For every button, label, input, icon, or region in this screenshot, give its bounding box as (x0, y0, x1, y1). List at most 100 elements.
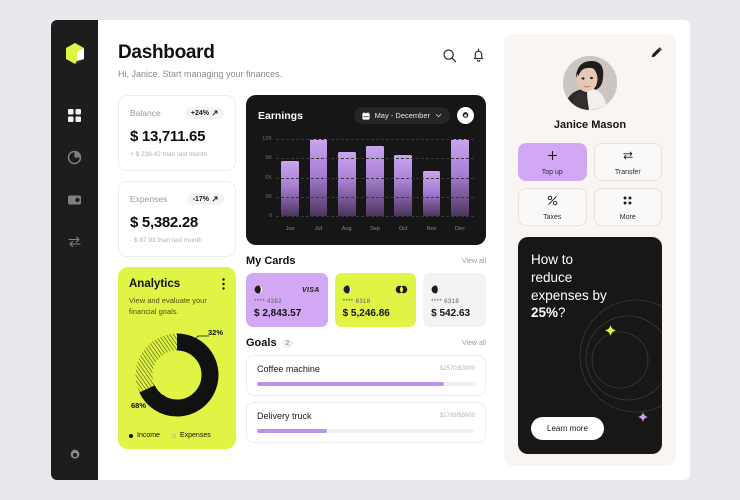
diamond-yellow-icon (605, 325, 616, 336)
chart-bar-column[interactable] (366, 134, 384, 216)
date-range-selector[interactable]: May - December (353, 107, 450, 124)
legend-label-expenses: Expenses (179, 432, 211, 439)
goals-header: Goals 2 View all (246, 337, 486, 349)
card-amount: $ 2,843.57 (254, 308, 302, 319)
balance-label: Balance (130, 108, 161, 118)
quick-action-label: More (619, 214, 636, 221)
chart-x-axis: Jun Jul Aug Sep Oct Nov Dec (276, 226, 474, 232)
chart-bar-column[interactable] (450, 134, 469, 216)
visa-logo: VISA (302, 286, 320, 294)
chart-gridline (276, 196, 474, 198)
goal-item[interactable]: Delivery truck $1789/$5600 (246, 402, 486, 443)
promo-line-1: How to (531, 252, 574, 267)
card-bottom-row: **** 4382 $ 2,843.57 (254, 299, 320, 319)
chart-bar[interactable] (394, 154, 413, 216)
percent-icon (547, 193, 558, 211)
header-actions (442, 42, 486, 63)
card-number: **** 6318 (342, 299, 371, 305)
user-avatar (563, 56, 617, 110)
learn-more-button[interactable]: Learn more (531, 417, 604, 440)
card-chip-icon (254, 281, 263, 299)
chart-x-tick: Sep (370, 226, 380, 232)
goal-progress-fill (257, 429, 327, 433)
gear-icon[interactable] (66, 446, 84, 464)
goals-section: Goals 2 View all Coffee machine $2570/$3… (246, 337, 486, 449)
analytics-title: Analytics (129, 278, 181, 290)
card-number: **** 6318 (431, 299, 460, 305)
goals-view-all[interactable]: View all (462, 340, 486, 347)
sidebar-item-dashboard[interactable] (66, 106, 84, 124)
expenses-header: Expenses -17% (130, 193, 224, 205)
page-heading-block: Dashboard Hi, Janice. Start managing you… (118, 42, 282, 79)
chart-bar-column[interactable] (394, 134, 413, 216)
card-bottom-row: **** 6318 $ 542.63 (431, 299, 478, 319)
card-top-row: VISA (254, 281, 320, 299)
profile-panel: Janice Mason Top up Transfer Taxes More … (504, 34, 676, 466)
promo-line-3: expenses by (531, 287, 607, 303)
chart-settings-button[interactable] (457, 107, 474, 124)
left-column: Balance +24% $ 13,711.65 + $ 238.42 than… (118, 95, 236, 449)
chart-y-tick: 3K (265, 193, 272, 200)
diamond-purple-icon (638, 412, 648, 422)
chart-bar-column[interactable] (281, 134, 300, 216)
analytics-header: Analytics (129, 278, 225, 291)
profile-name: Janice Mason (553, 119, 627, 131)
more-vertical-icon[interactable] (222, 278, 225, 291)
trend-up-icon (212, 110, 218, 116)
chart-y-tick: 6K (265, 174, 272, 181)
chart-bar-column[interactable] (309, 134, 328, 216)
goal-item[interactable]: Coffee machine $2570/$3000 (246, 355, 486, 396)
mastercard-icon (395, 281, 408, 299)
donut-leader-line-32 (191, 335, 209, 344)
analytics-donut-chart: 32% 68% (129, 320, 225, 430)
promo-card: How to reduce expenses by 25%? Learn mor… (518, 237, 662, 454)
app-window: Dashboard Hi, Janice. Start managing you… (51, 20, 690, 480)
payment-card[interactable]: VISA **** 4382 $ 2,843.57 (246, 273, 328, 327)
page-title: Dashboard (118, 42, 215, 63)
card-number: **** 4382 (254, 299, 282, 305)
my-cards-view-all[interactable]: View all (462, 258, 486, 265)
card-amount: $ 542.63 (431, 308, 471, 319)
search-icon[interactable] (442, 48, 457, 63)
expenses-badge-text: -17% (192, 195, 209, 203)
sidebar-item-wallet[interactable] (66, 190, 84, 208)
chart-bar[interactable] (366, 146, 384, 216)
chart-bar[interactable] (337, 151, 356, 216)
goals-count: 2 (281, 338, 294, 348)
payment-card[interactable]: **** 6318 $ 5,246.86 (334, 273, 417, 327)
sidebar-item-analytics[interactable] (66, 148, 84, 166)
bell-icon[interactable] (471, 48, 486, 63)
promo-suffix: ? (558, 305, 566, 321)
goal-amount: $1789/$5600 (439, 413, 475, 419)
quick-actions: Top up Transfer Taxes More (518, 143, 662, 226)
chart-bar[interactable] (281, 160, 300, 216)
quick-action-label: Transfer (614, 169, 641, 176)
quick-action-top-up[interactable]: Top up (518, 143, 587, 181)
legend-dot-income (129, 433, 133, 438)
quick-action-label: Taxes (543, 214, 562, 221)
plus-icon (547, 148, 558, 166)
goal-amount: $2570/$3000 (439, 366, 475, 372)
goal-row: Delivery truck $1789/$5600 (257, 411, 475, 421)
chart-bar-column[interactable] (422, 134, 441, 216)
quick-action-more[interactable]: More (593, 188, 662, 226)
sidebar-item-transfers[interactable] (66, 232, 84, 250)
legend-label-income: Income (137, 432, 160, 439)
earnings-card: Earnings May - December 12K 9K 6K 3K 0 J… (246, 95, 486, 245)
goal-progress-track (257, 382, 475, 386)
quick-action-taxes[interactable]: Taxes (518, 188, 587, 226)
cube-logo[interactable] (64, 42, 86, 66)
trend-down-icon (212, 196, 218, 202)
chart-bar-column[interactable] (337, 134, 356, 216)
page-subtitle: Hi, Janice. Start managing your finances… (118, 69, 283, 79)
quick-action-transfer[interactable]: Transfer (593, 143, 662, 181)
pencil-icon[interactable] (650, 46, 663, 59)
balance-badge-text: +24% (190, 109, 209, 117)
payment-card[interactable]: **** 6318 $ 542.63 (423, 273, 486, 327)
balance-header: Balance +24% (130, 107, 224, 119)
legend-dot-expenses (171, 433, 176, 438)
calendar-icon (361, 111, 370, 120)
chart-x-tick: Oct (398, 226, 408, 232)
goal-progress-track (257, 429, 475, 433)
main-content: Dashboard Hi, Janice. Start managing you… (98, 20, 500, 480)
